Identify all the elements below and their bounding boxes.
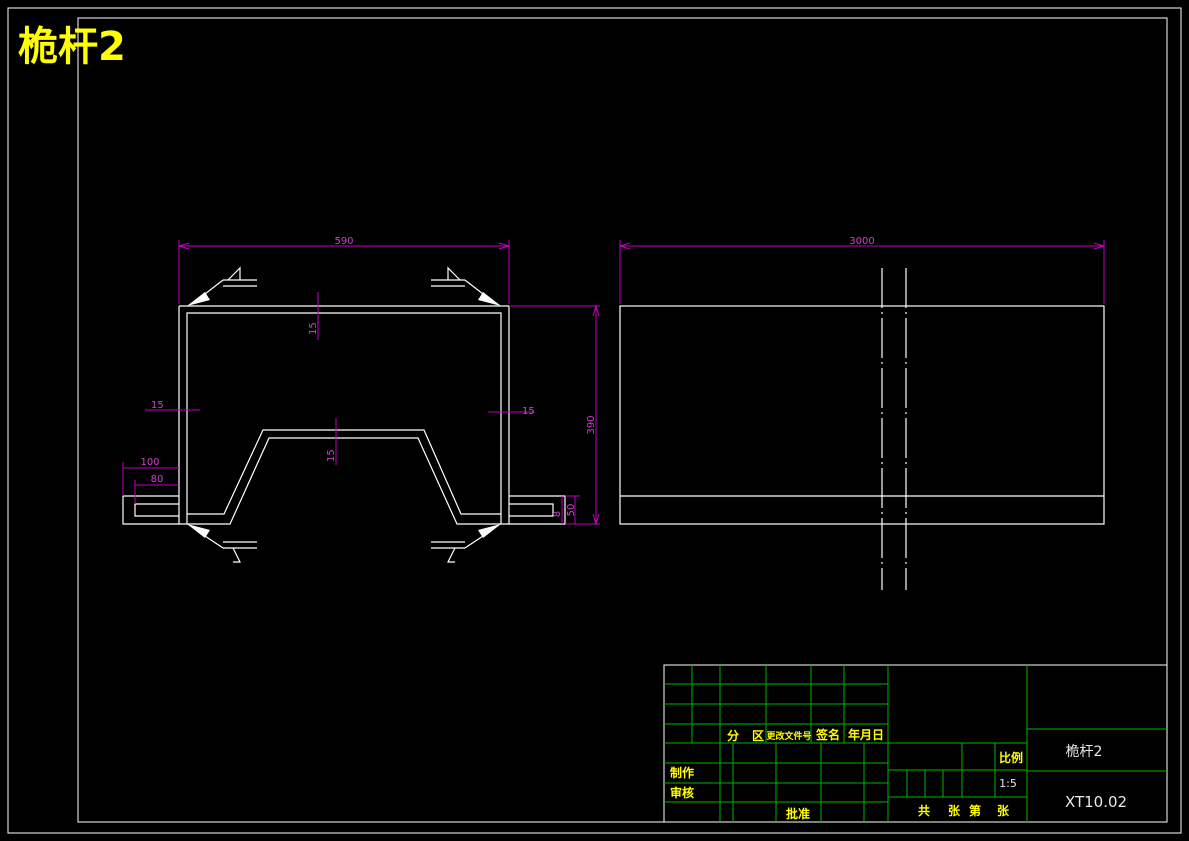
dim-flange-height: 50 [565,495,580,524]
side-outline [619,305,1105,525]
tb-checked-by: 审核 [670,785,694,800]
tb-header-qu: 区 [752,729,764,743]
weld-symbol-top-right [431,266,501,306]
tb-scale-value: 1:5 [999,777,1017,790]
inner-border [77,17,1168,823]
dim-flange-inner: 80 [134,474,179,504]
left-flange-inner [134,503,179,517]
corrugation-top-edge [187,429,501,515]
side-view: 3000 [618,236,1106,590]
front-view: 590 15 15 15 15 390 100 80 8 50 [122,236,600,563]
tb-part-name: 桅杆2 [1066,743,1103,760]
dim-text-height: 390 [586,415,597,434]
tb-drawn-by: 制作 [670,765,694,780]
tb-sheet-mid: 张 [948,803,961,818]
dim-text-flange-height: 50 [566,504,577,517]
left-flange [122,495,179,525]
tb-scale-label: 比例 [999,750,1023,765]
tb-header-signature: 签名 [815,727,840,742]
tb-sheet-end: 张 [997,803,1010,818]
right-flange-inner [509,503,554,517]
dim-text-overall-width: 590 [334,236,353,247]
tb-sheet-total: 共 [918,803,930,818]
dim-text-top-plate: 15 [308,322,319,335]
dim-text-overall-length: 3000 [849,236,874,247]
dim-text-flange-inner: 80 [151,474,164,485]
tb-header-date: 年月日 [848,727,884,742]
dim-top-plate: 15 [308,292,319,340]
drawing-canvas: 桅杆2 590 15 15 15 15 390 100 80 8 50 3000… [7,7,1182,834]
dim-text-flange-small: 8 [552,511,563,517]
tb-approved-by: 批准 [786,806,810,821]
title-block: 分 区 更改文件号 签名 年月日 制作 审核 批准 比例 1:5 共 张 第 张… [663,664,1168,823]
tb-header-change-doc: 更改文件号 [766,730,811,742]
dim-center-plate: 15 [326,418,337,465]
corrugation-bottom-edge [187,437,501,525]
dim-text-right-wall: 15 [522,406,535,417]
tb-header-fen: 分 [727,728,739,743]
tb-drawing-number: XT10.02 [1065,793,1127,811]
dim-overall-length: 3000 [618,236,1106,304]
dim-left-wall: 15 [145,400,200,411]
dim-text-left-wall: 15 [151,400,164,411]
outer-frame [178,305,510,525]
dim-text-center-plate: 15 [326,449,337,462]
right-flange [509,495,566,525]
weld-symbol-top-left [187,266,257,306]
dim-overall-width: 590 [177,236,511,304]
dim-text-flange-outer: 100 [140,457,159,468]
dim-flange-small: 8 [552,496,563,524]
tb-sheet-num: 第 [969,803,981,818]
dim-right-wall: 15 [488,406,535,417]
weld-symbol-bottom-right [431,524,501,563]
drawing-title: 桅杆2 [18,24,126,70]
weld-symbol-bottom-left [187,524,257,563]
